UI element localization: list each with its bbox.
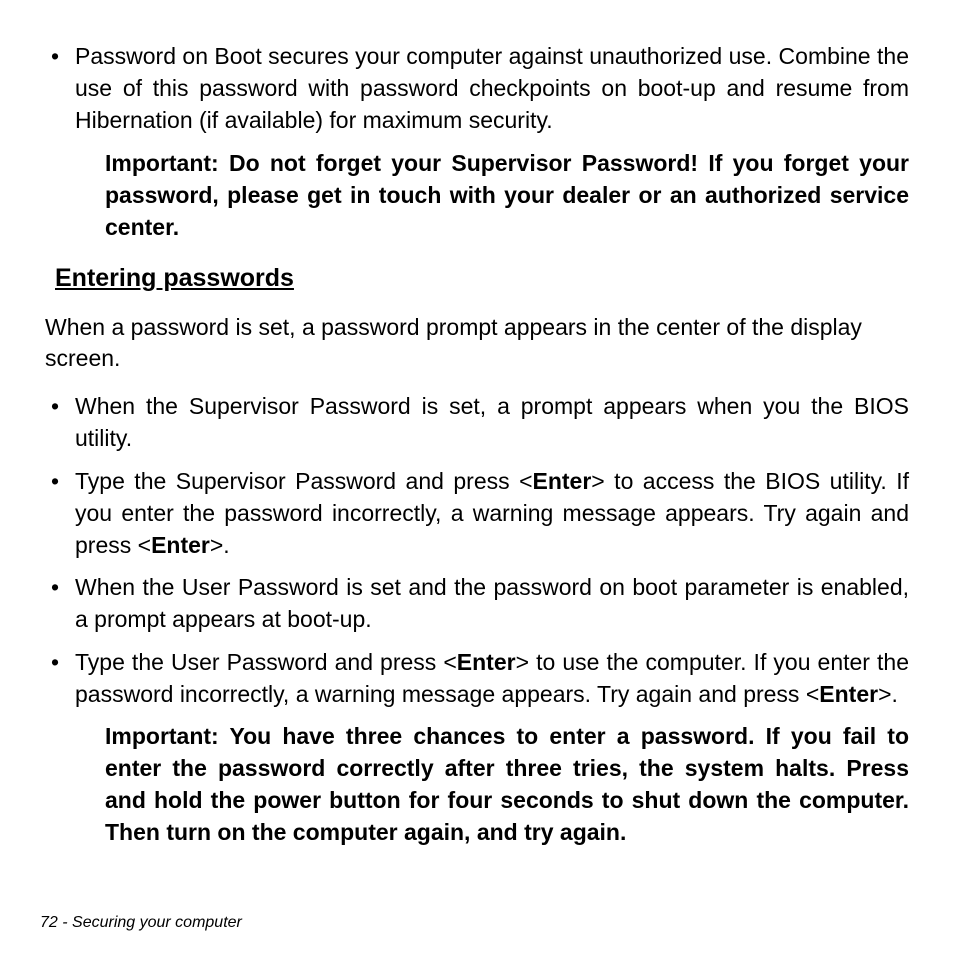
top-bullet-list: Password on Boot secures your computer a… (45, 40, 909, 137)
page-footer: 72 - Securing your computer (40, 914, 242, 932)
list-item: Type the Supervisor Password and press <… (45, 465, 909, 562)
text-segment: Type the Supervisor Password and press < (75, 468, 533, 494)
key-enter: Enter (533, 468, 592, 494)
page-content: Password on Boot secures your computer a… (45, 40, 909, 849)
list-item: Type the User Password and press <Enter>… (45, 646, 909, 710)
text-segment: Type the User Password and press < (75, 649, 457, 675)
list-item-text: Password on Boot secures your computer a… (75, 43, 909, 133)
key-enter: Enter (151, 532, 210, 558)
important-callout-2: Important: You have three chances to ent… (105, 720, 909, 849)
list-item-text: When the Supervisor Password is set, a p… (75, 393, 909, 451)
list-item: When the Supervisor Password is set, a p… (45, 390, 909, 454)
text-segment: >. (210, 532, 230, 558)
intro-paragraph: When a password is set, a password promp… (45, 312, 909, 374)
key-enter: Enter (457, 649, 516, 675)
entering-passwords-list: When the Supervisor Password is set, a p… (45, 390, 909, 710)
list-item: Password on Boot secures your computer a… (45, 40, 909, 137)
important-callout-1: Important: Do not forget your Supervisor… (105, 147, 909, 244)
list-item: When the User Password is set and the pa… (45, 571, 909, 635)
section-heading: Entering passwords (55, 261, 909, 296)
key-enter: Enter (819, 681, 878, 707)
text-segment: >. (878, 681, 898, 707)
list-item-text: When the User Password is set and the pa… (75, 574, 909, 632)
